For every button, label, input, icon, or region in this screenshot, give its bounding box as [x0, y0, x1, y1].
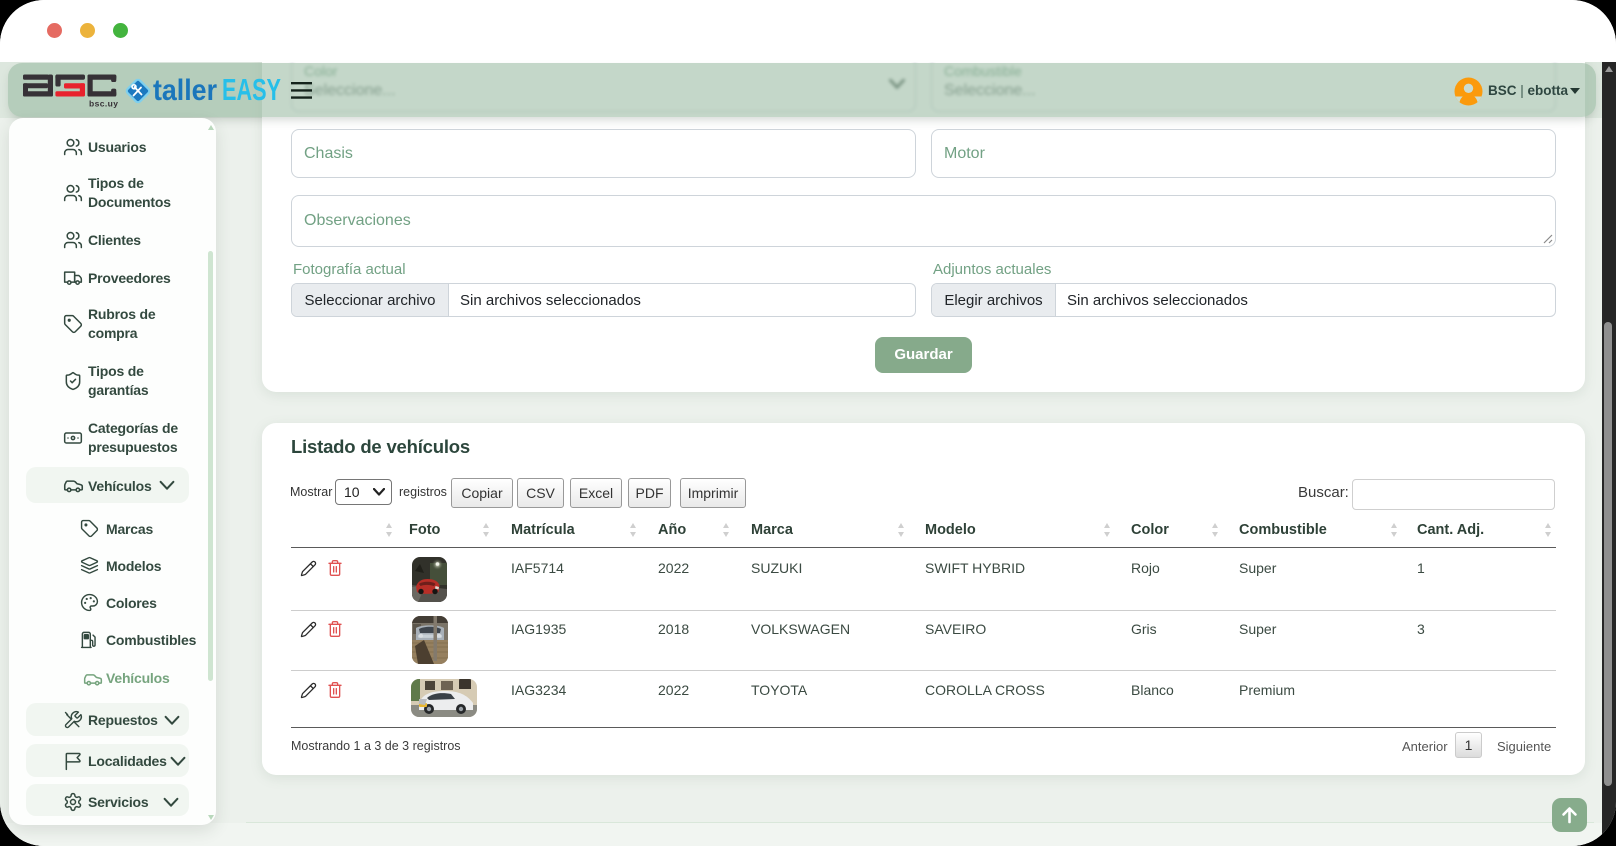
svg-text:taller: taller [153, 74, 217, 107]
svg-text:EASY: EASY [222, 72, 281, 107]
svg-text:bsc.uy: bsc.uy [89, 99, 118, 109]
